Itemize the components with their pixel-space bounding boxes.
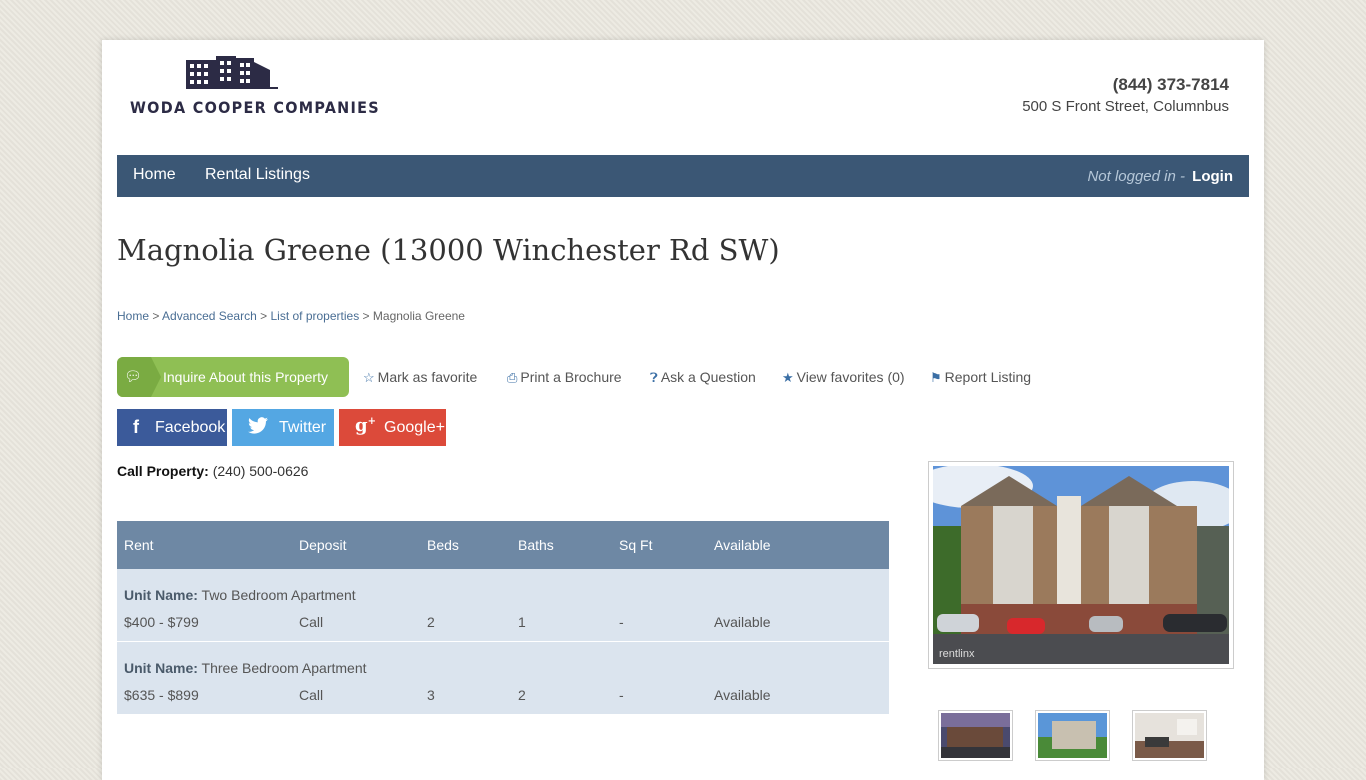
login-link[interactable]: Login xyxy=(1192,168,1233,185)
column-header-baths: Baths xyxy=(511,521,612,569)
unit-name-label: Unit Name: xyxy=(124,587,198,603)
ask-question-link[interactable]: ❓︎ Ask a Question xyxy=(650,369,756,386)
beds-cell: 2 xyxy=(420,607,511,642)
table-row: $400 - $799 Call 2 1 - Available xyxy=(117,607,889,642)
report-listing-label: Report Listing xyxy=(944,369,1032,385)
breadcrumb-separator: > xyxy=(362,309,370,323)
googleplus-icon: g+ xyxy=(355,415,376,436)
thumbnail-photo-2[interactable] xyxy=(1035,710,1110,761)
breadcrumb-current: Magnolia Greene xyxy=(372,309,465,323)
breadcrumb-separator: > xyxy=(260,309,268,323)
nav-home[interactable]: Home xyxy=(133,166,176,184)
deposit-cell: Call xyxy=(292,680,420,714)
column-header-sqft: Sq Ft xyxy=(612,521,707,569)
star-outline-icon: ☆ xyxy=(363,370,375,385)
sqft-cell: - xyxy=(612,680,707,714)
thumbnail-image xyxy=(1135,713,1204,758)
ask-question-label: Ask a Question xyxy=(660,369,756,385)
breadcrumb: Home > Advanced Search > List of propert… xyxy=(117,309,465,323)
unit-name-value: Three Bedroom Apartment xyxy=(201,660,367,676)
question-circle-icon: ❓︎ xyxy=(650,370,658,385)
deposit-cell: Call xyxy=(292,607,420,642)
company-name: WODA COOPER COMPANIES xyxy=(130,98,380,117)
unit-name-cell: Unit Name: Two Bedroom Apartment xyxy=(117,569,889,607)
unit-name-value: Two Bedroom Apartment xyxy=(201,587,356,603)
chat-bubble-icon: 💬︎ xyxy=(117,357,161,397)
view-favorites-link[interactable]: ★ View favorites (0) xyxy=(782,369,905,386)
breadcrumb-advanced-search[interactable]: Advanced Search xyxy=(162,309,257,323)
facebook-share-button[interactable]: f Facebook xyxy=(117,409,227,446)
column-header-deposit: Deposit xyxy=(292,521,420,569)
call-property: Call Property: (240) 500-0626 xyxy=(117,463,308,479)
company-logo[interactable]: WODA COOPER COMPANIES xyxy=(130,54,380,124)
rent-cell: $635 - $899 xyxy=(117,680,292,714)
nav-rental-listings[interactable]: Rental Listings xyxy=(205,166,310,184)
print-brochure-label: Print a Brochure xyxy=(520,369,622,385)
view-favorites-label: View favorites (0) xyxy=(796,369,905,385)
rent-cell: $400 - $799 xyxy=(117,607,292,642)
breadcrumb-home[interactable]: Home xyxy=(117,309,149,323)
googleplus-share-button[interactable]: g+ Google+ xyxy=(339,409,446,446)
baths-cell: 1 xyxy=(511,607,612,642)
column-header-rent: Rent xyxy=(117,521,292,569)
column-header-beds: Beds xyxy=(420,521,511,569)
apartment-building-photo: rentlinx xyxy=(933,466,1229,664)
breadcrumb-list-of-properties[interactable]: List of properties xyxy=(270,309,359,323)
beds-cell: 3 xyxy=(420,680,511,714)
googleplus-label: Google+ xyxy=(384,419,445,436)
facebook-label: Facebook xyxy=(155,419,226,436)
report-listing-link[interactable]: ⚑ Report Listing xyxy=(930,369,1031,386)
available-cell: Available xyxy=(707,607,889,642)
header-address: 500 S Front Street, Columnbus xyxy=(1022,98,1229,115)
units-table: Rent Deposit Beds Baths Sq Ft Available … xyxy=(117,521,889,714)
building-logo-icon xyxy=(186,56,278,89)
main-property-photo[interactable]: rentlinx xyxy=(928,461,1234,669)
corner-mark: ` xyxy=(1,0,6,8)
available-cell: Available xyxy=(707,680,889,714)
thumbnail-image xyxy=(1038,713,1107,758)
photo-watermark: rentlinx xyxy=(939,648,975,660)
main-nav: Home Rental Listings Not logged in - Log… xyxy=(117,155,1249,197)
mark-favorite-label: Mark as favorite xyxy=(377,369,478,385)
table-row: $635 - $899 Call 3 2 - Available xyxy=(117,680,889,714)
printer-icon: ⎙ xyxy=(507,370,518,385)
table-row-unit-name: Unit Name: Two Bedroom Apartment xyxy=(117,569,889,607)
print-brochure-link[interactable]: ⎙ Print a Brochure xyxy=(507,369,622,386)
table-header-row: Rent Deposit Beds Baths Sq Ft Available xyxy=(117,521,889,569)
inquire-button[interactable]: 💬︎ Inquire About this Property xyxy=(117,357,349,397)
thumbnail-photo-3[interactable] xyxy=(1132,710,1207,761)
sqft-cell: - xyxy=(612,607,707,642)
header-contact: (844) 373-7814 500 S Front Street, Colum… xyxy=(1022,75,1229,115)
table-row-unit-name: Unit Name: Three Bedroom Apartment xyxy=(117,641,889,680)
login-status: Not logged in - xyxy=(1087,168,1185,185)
column-header-available: Available xyxy=(707,521,889,569)
inquire-label: Inquire About this Property xyxy=(163,369,328,385)
header-phone[interactable]: (844) 373-7814 xyxy=(1022,75,1229,95)
mark-favorite-link[interactable]: ☆ Mark as favorite xyxy=(363,369,477,386)
call-property-phone[interactable]: (240) 500-0626 xyxy=(213,463,309,479)
page-container: WODA COOPER COMPANIES (844) 373-7814 500… xyxy=(102,40,1264,780)
flag-icon: ⚑ xyxy=(930,370,942,385)
facebook-icon: f xyxy=(133,417,139,437)
unit-name-label: Unit Name: xyxy=(124,660,198,676)
page-title: Magnolia Greene (13000 Winchester Rd SW) xyxy=(117,233,780,267)
baths-cell: 2 xyxy=(511,680,612,714)
twitter-label: Twitter xyxy=(279,419,327,436)
star-icon: ★ xyxy=(782,370,794,385)
thumbnail-image xyxy=(941,713,1010,758)
twitter-bird-icon xyxy=(248,417,268,439)
thumbnail-photo-1[interactable] xyxy=(938,710,1013,761)
call-property-label: Call Property: xyxy=(117,463,209,479)
twitter-share-button[interactable]: Twitter xyxy=(232,409,334,446)
breadcrumb-separator: > xyxy=(152,309,160,323)
unit-name-cell: Unit Name: Three Bedroom Apartment xyxy=(117,641,889,680)
